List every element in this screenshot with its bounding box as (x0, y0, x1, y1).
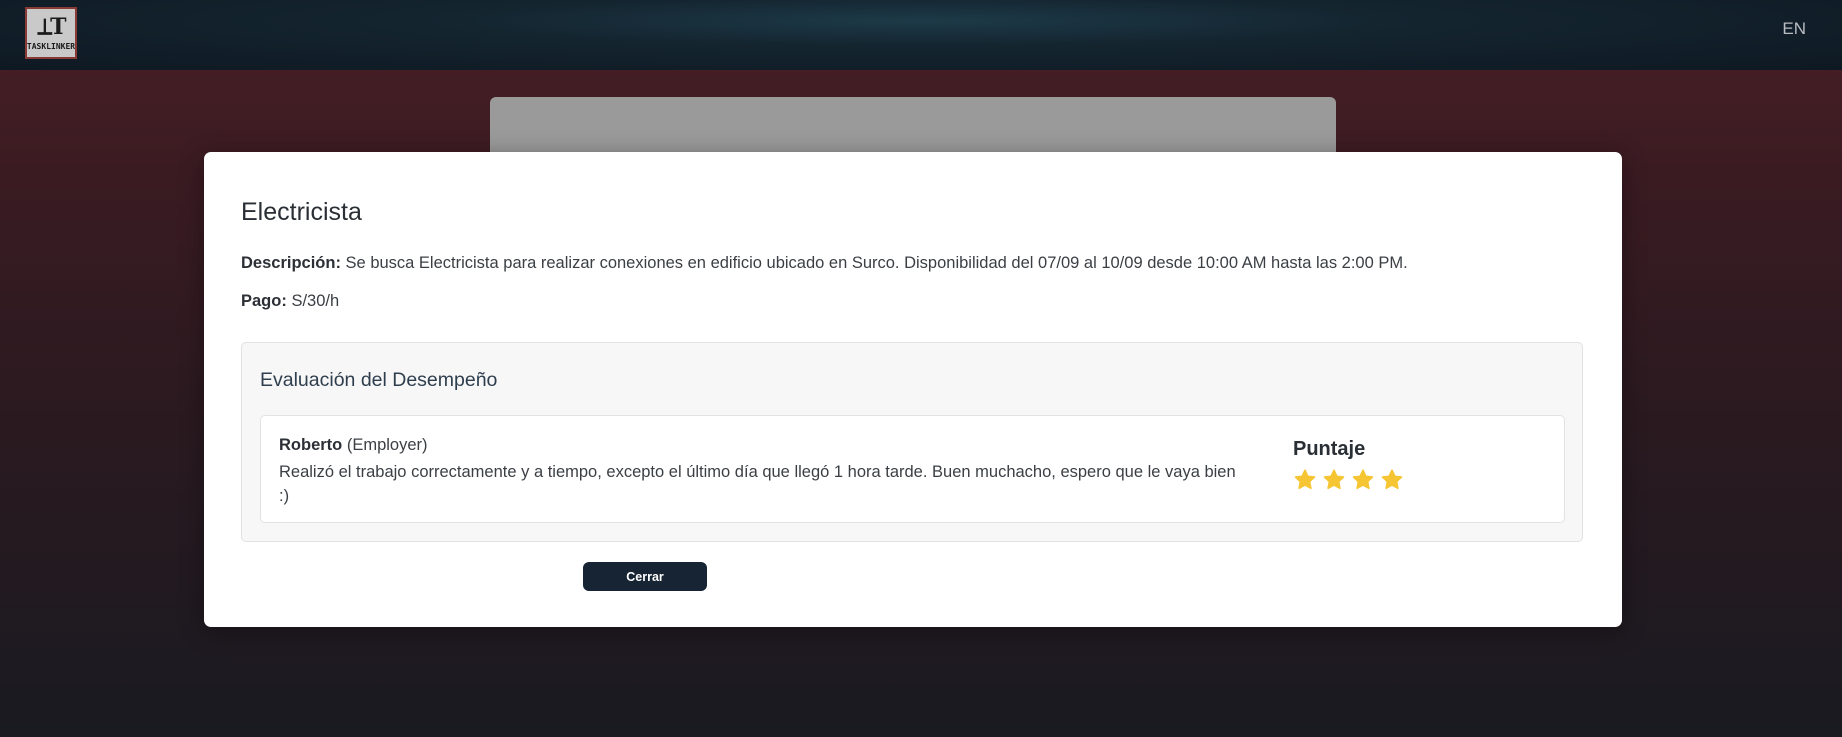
star-icon (1294, 469, 1316, 490)
description-text: Se busca Electricista para realizar cone… (345, 254, 1408, 272)
logo-text: TASKLINKER (26, 41, 76, 51)
review-card: Roberto (Employer) Realizó el trabajo co… (260, 415, 1565, 523)
performance-evaluation-section: Evaluación del Desempeño Roberto (Employ… (241, 342, 1583, 542)
job-payment: Pago: S/30/h (241, 292, 339, 311)
star-icon (1352, 469, 1374, 490)
star-icon (1381, 469, 1403, 490)
review-comment: Realizó el trabajo correctamente y a tie… (279, 463, 1236, 505)
language-toggle[interactable]: EN (1782, 19, 1806, 39)
evaluation-title: Evaluación del Desempeño (260, 369, 498, 391)
star-rating (1293, 468, 1404, 492)
job-detail-modal: Electricista Descripción: Se busca Elect… (204, 152, 1622, 627)
payment-label: Pago: (241, 292, 287, 310)
reviewer-role: (Employer) (346, 436, 428, 454)
tasklinker-logo[interactable]: ⟂T TASKLINKER (25, 7, 77, 59)
background-card (490, 97, 1336, 157)
reviewer-info: Roberto (Employer) (279, 436, 428, 455)
payment-value: S/30/h (291, 292, 340, 310)
reviewer-name: Roberto (279, 436, 343, 454)
logo-glyph: ⟂T (37, 13, 66, 40)
star-icon (1323, 469, 1345, 490)
description-label: Descripción: (241, 254, 341, 272)
close-button[interactable]: Cerrar (583, 562, 707, 591)
score-label: Puntaje (1293, 438, 1366, 460)
modal-title: Electricista (241, 198, 362, 226)
top-navbar: ⟂T TASKLINKER EN (0, 0, 1842, 70)
job-description: Descripción: Se busca Electricista para … (241, 254, 1408, 273)
